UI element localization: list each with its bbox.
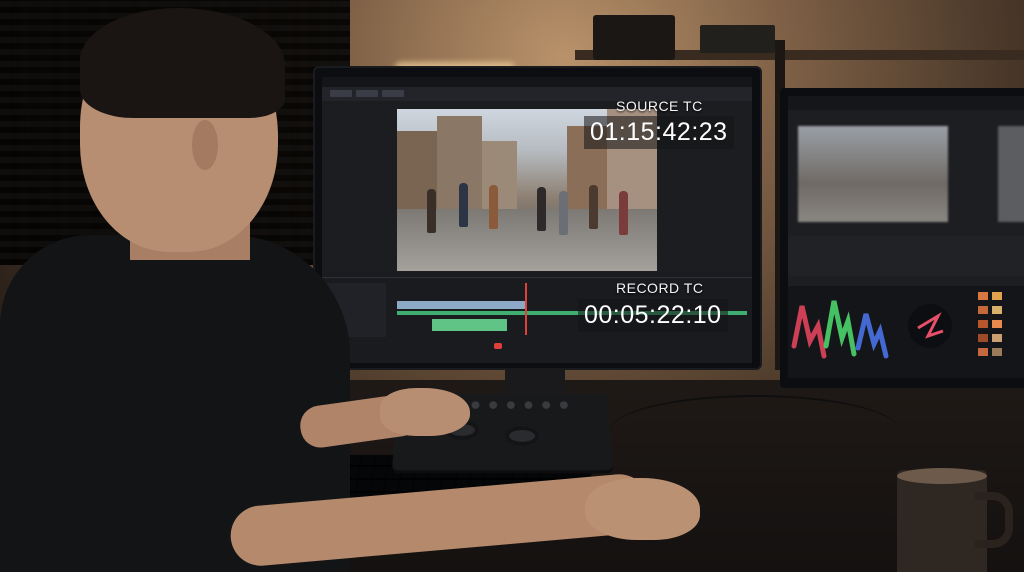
record-tc-value: 00:05:22:10	[578, 299, 728, 332]
control-knob	[559, 401, 568, 409]
vectorscope	[908, 304, 952, 348]
pedestrian	[537, 187, 546, 231]
screen2-menubar	[788, 96, 1024, 110]
pedestrian	[559, 191, 568, 235]
secondary-monitor-screen	[788, 96, 1024, 378]
scopes-panel	[788, 286, 1024, 378]
editor-menubar	[322, 77, 752, 87]
person-ear	[192, 120, 218, 170]
pedestrian	[619, 191, 628, 235]
toolbar-button	[356, 90, 378, 97]
toolbar-button	[330, 90, 352, 97]
mug-icon	[897, 470, 987, 572]
pedestrian	[427, 189, 436, 233]
record-icon	[494, 343, 502, 349]
source-tc-label: SOURCE TC	[616, 98, 703, 114]
mug-rim	[897, 468, 987, 484]
control-knob	[471, 401, 480, 409]
control-knob	[506, 401, 515, 409]
person-hair	[80, 8, 285, 118]
timeline-ruler	[322, 277, 752, 278]
pedestrian	[489, 185, 498, 229]
speaker-box	[593, 15, 675, 60]
playhead	[525, 283, 527, 335]
mug-handle	[975, 492, 1013, 548]
source-tc-value: 01:15:42:23	[584, 116, 734, 149]
video-clip	[397, 301, 527, 309]
cable	[610, 395, 900, 467]
person-left-hand	[380, 388, 470, 436]
person-right-hand	[585, 478, 700, 540]
color-nodes	[788, 236, 1024, 276]
photo-scene: SOURCE TC 01:15:42:23 RECORD TC 00:05:22…	[0, 0, 1024, 572]
audio-gear	[700, 25, 775, 53]
street	[397, 209, 657, 271]
control-knob	[542, 401, 551, 409]
record-tc-label: RECORD TC	[616, 280, 704, 296]
main-monitor-screen: SOURCE TC 01:15:42:23 RECORD TC 00:05:22…	[322, 77, 752, 363]
pedestrian	[459, 183, 468, 227]
trackball	[504, 426, 540, 446]
toolbar-button	[382, 90, 404, 97]
audio-clip	[432, 319, 507, 331]
control-knob	[489, 401, 498, 409]
control-knob	[524, 401, 533, 409]
pedestrian	[589, 185, 598, 229]
building	[482, 141, 517, 211]
color-viewer	[798, 126, 948, 222]
color-viewer-secondary	[998, 126, 1024, 222]
